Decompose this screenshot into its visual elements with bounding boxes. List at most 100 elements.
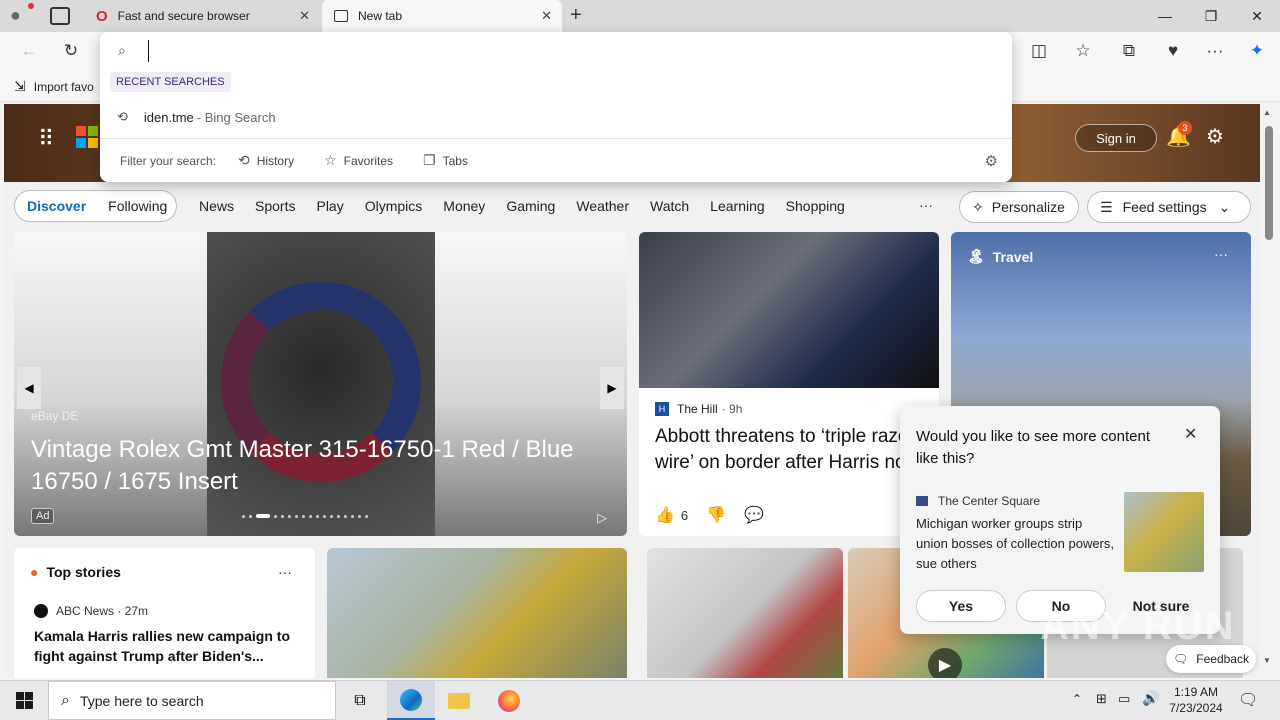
nav-learning[interactable]: Learning [710,198,765,214]
tab-title: New tab [358,9,403,23]
nav-shopping[interactable]: Shopping [786,198,845,214]
sign-in-button[interactable]: Sign in [1075,124,1157,152]
filter-favorites[interactable]: ☆ Favorites [324,152,393,169]
notification-badge: 3 [1178,121,1192,135]
carousel-prev-button[interactable]: ◀ [17,367,41,409]
new-tab-plus-icon[interactable]: + [570,4,582,27]
news-source-row: H The Hill · 9h [655,402,742,416]
import-favorites-link[interactable]: ⇲ Import favo [14,78,94,95]
task-view-icon[interactable]: ⧉ [336,681,384,720]
history-icon: ⟲ [238,152,250,168]
nav-sports[interactable]: Sports [255,198,295,214]
news-headline[interactable]: Abbott threatens to ‘triple razor wire’ … [655,424,925,476]
network-icon[interactable]: ⊞ [1096,691,1107,707]
settings-gear-icon[interactable]: ⚙ [1206,124,1224,149]
tab-new-tab[interactable]: New tab ✕ [322,0,562,32]
filter-search-row: Filter your search: ⟲ History ☆ Favorites … [100,138,1012,182]
comment-icon[interactable]: 💬 [744,505,764,525]
toys-image-card[interactable] [647,548,843,678]
ad-choices-icon[interactable]: ▷ [597,510,607,526]
firefox-icon[interactable] [485,681,533,720]
discover-following-toggle: Discover Following [14,190,177,222]
nav-news[interactable]: News [199,198,234,214]
tab-following[interactable]: Following [108,198,167,214]
popup-close-icon[interactable]: ✕ [1184,424,1197,444]
top-story-source: ABC News · 27m [34,604,148,618]
feed-settings-button[interactable]: ☰ Feed settings ⌄ [1087,191,1251,223]
date-text: 7/23/2024 [1169,701,1223,715]
back-arrow-icon[interactable]: ← [14,36,44,66]
refresh-icon[interactable]: ↻ [56,36,86,66]
ethernet-icon[interactable]: ▭ [1118,691,1130,707]
volume-icon[interactable]: 🔊 [1142,690,1159,707]
travel-label-row: 🏝 Travel [967,248,1034,265]
restore-button[interactable]: ❐ [1188,0,1234,32]
filter-history[interactable]: ⟲ History [238,152,294,169]
tab-discover[interactable]: Discover [27,198,86,214]
tabs-icon: ❐ [423,152,436,168]
nav-play[interactable]: Play [316,198,343,214]
ad-card[interactable]: ◀ ▶ eBay DE Vintage Rolex Gmt Master 315… [14,232,627,536]
carousel-dots[interactable] [242,513,402,519]
page-scrollbar[interactable]: ▲ ▼ [1261,104,1280,678]
notifications-icon[interactable]: 🗨 [1238,690,1258,710]
taskbar-search-box[interactable]: ⌕ Type here to search [48,681,336,720]
the-hill-logo: H [655,402,669,416]
minimize-button[interactable]: — [1142,0,1188,32]
address-input[interactable] [148,40,988,62]
nav-more-button[interactable]: ··· [919,197,933,213]
clock[interactable]: 1:19 AM 7/23/2024 [1166,684,1226,716]
close-tab-icon[interactable]: ✕ [541,8,552,24]
file-explorer-icon[interactable] [435,681,483,720]
personalize-button[interactable]: ✧ Personalize [959,191,1079,223]
category-nav: News Sports Play Olympics Money Gaming W… [199,198,845,214]
favorites-star-icon[interactable]: ☆ [1068,36,1098,66]
nav-weather[interactable]: Weather [576,198,629,214]
show-hidden-icons[interactable]: ⌃ [1072,692,1082,706]
search-icon: ⌕ [118,42,126,58]
thumbs-up-icon[interactable]: 👍 [655,505,675,525]
news-card[interactable]: H The Hill · 9h Abbott threatens to ‘trip… [639,232,939,536]
scroll-thumb[interactable] [1265,126,1273,240]
filter-label: Filter your search: [120,153,217,168]
split-screen-icon[interactable]: ◫ [1024,36,1054,66]
top-stories-more-icon[interactable]: ··· [278,564,292,580]
nav-money[interactable]: Money [443,198,485,214]
recent-search-item[interactable]: ⟲ iden.tme - Bing Search [100,102,1012,132]
start-button[interactable] [0,681,48,720]
apps-grid-icon[interactable]: ⠿ [38,126,54,152]
workers-image-card[interactable] [327,548,627,678]
profile-icon[interactable]: ● [10,3,34,27]
popup-headline[interactable]: Michigan worker groups strip union bosse… [916,514,1116,574]
travel-more-icon[interactable]: ··· [1214,246,1228,262]
personalize-icon: ✧ [972,198,984,215]
time-text: 1:19 AM [1173,685,1219,699]
filter-tabs[interactable]: ❐ Tabs [423,152,468,169]
ad-title[interactable]: Vintage Rolex Gmt Master 315-16750-1 Red… [31,434,601,498]
tab-fast-secure-browser[interactable]: O Fast and secure browser ✕ [84,0,320,32]
copilot-icon[interactable]: ✦ [1242,36,1272,66]
nav-olympics[interactable]: Olympics [365,198,423,214]
import-icon: ⇲ [14,78,26,94]
nav-watch[interactable]: Watch [650,198,689,214]
address-bar[interactable]: ⌕ [100,32,1012,70]
popup-source: The Center Square [916,494,1040,508]
carousel-next-button[interactable]: ▶ [600,367,624,409]
more-menu-icon[interactable]: ··· [1200,36,1230,66]
close-tab-icon[interactable]: ✕ [299,8,310,24]
play-icon[interactable]: ▶ [928,648,962,678]
nav-gaming[interactable]: Gaming [506,198,555,214]
performance-icon[interactable]: ♥ [1158,36,1188,66]
scroll-up-icon[interactable]: ▲ [1263,108,1271,117]
tab-actions-icon[interactable] [50,7,70,25]
top-story-headline[interactable]: Kamala Harris rallies new campaign to fi… [34,626,294,666]
scroll-down-icon[interactable]: ▼ [1263,656,1271,665]
feedback-button[interactable]: 🗨 Feedback [1166,645,1256,673]
yes-button[interactable]: Yes [916,590,1006,622]
collections-icon[interactable]: ⧉ [1114,36,1144,66]
search-settings-gear-icon[interactable]: ⚙ [985,152,998,170]
thumbs-down-icon[interactable]: 👎 [706,505,726,525]
close-window-button[interactable]: ✕ [1234,0,1280,32]
edge-taskbar-icon[interactable] [387,681,435,720]
anyrun-watermark: ANY RUN [1040,604,1236,648]
